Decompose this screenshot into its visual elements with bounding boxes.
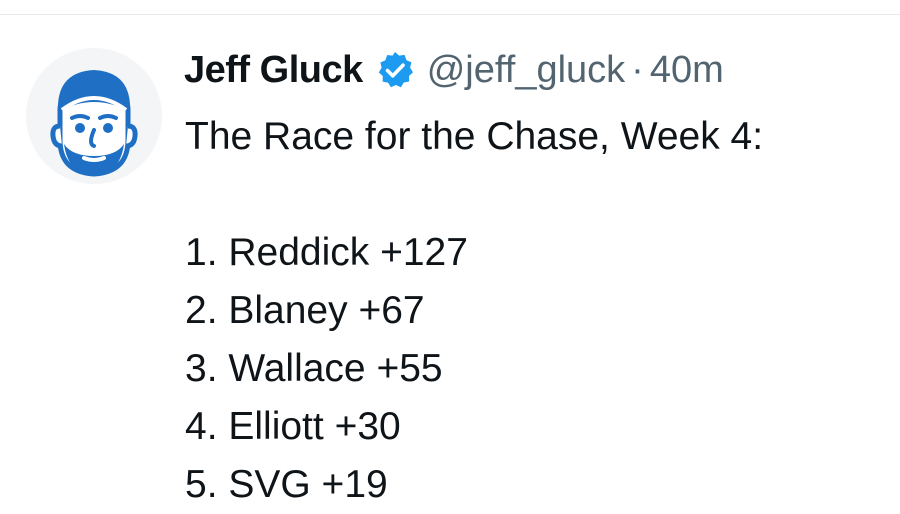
tweet-header: Jeff Gluck @jeff_gluck · 40m	[184, 42, 724, 98]
list-item: 2. Blaney +67	[185, 289, 425, 332]
avatar[interactable]	[26, 48, 162, 184]
tweet-body: The Race for the Chase, Week 4: 1. Reddi…	[185, 108, 885, 514]
list-item: 1. Reddick +127	[185, 231, 468, 274]
avatar-cartoon-icon	[26, 48, 162, 184]
list-item: 4. Elliott +30	[185, 405, 401, 448]
list-item: 5. SVG +19	[185, 463, 388, 506]
user-handle[interactable]: @jeff_gluck	[427, 49, 625, 92]
list-item: 3. Wallace +55	[185, 347, 443, 390]
display-name[interactable]: Jeff Gluck	[184, 49, 363, 92]
tweet-intro: The Race for the Chase, Week 4:	[185, 115, 764, 158]
verified-badge-icon[interactable]	[375, 50, 415, 90]
tweet[interactable]: Jeff Gluck @jeff_gluck · 40m The Race fo…	[0, 0, 900, 506]
tweet-timestamp[interactable]: 40m	[650, 49, 724, 92]
separator-dot: ·	[631, 48, 644, 91]
